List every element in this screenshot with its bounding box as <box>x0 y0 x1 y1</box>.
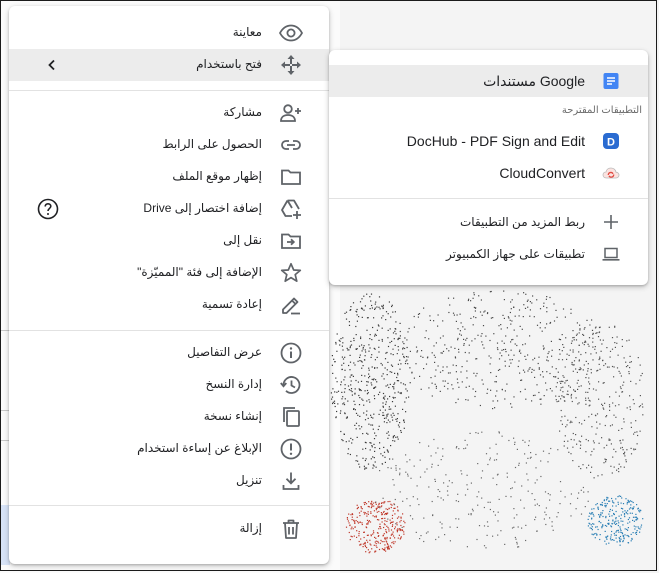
menu-item-label: نقل إلى <box>223 233 262 247</box>
menu-item-get-link[interactable]: الحصول على الرابط <box>9 129 329 161</box>
menu-item-label: الإضافة إلى فئة "المميّزة" <box>137 265 262 279</box>
submenu-item-computer-apps[interactable]: تطبيقات على جهاز الكمبيوتر <box>329 238 648 270</box>
menu-item-label: إنشاء نسخة <box>203 409 262 423</box>
menu-item-label: مشاركة <box>223 105 262 119</box>
suggested-apps-heading: التطبيقات المقترحة <box>561 105 642 116</box>
menu-item-label: إظهار موقع الملف <box>172 169 262 183</box>
menu-divider <box>9 90 329 91</box>
background-image <box>330 290 644 554</box>
google-docs-icon <box>602 72 620 90</box>
report-icon <box>279 437 303 461</box>
menu-item-open-with[interactable]: فتح باستخدام <box>9 49 329 81</box>
folder-icon <box>279 165 303 189</box>
menu-item-add-shortcut[interactable]: إضافة اختصار إلى Drive <box>9 193 329 225</box>
move-icon <box>279 53 303 77</box>
menu-item-share[interactable]: مشاركة <box>9 97 329 129</box>
menu-item-label: معاينة <box>232 25 262 39</box>
copy-icon <box>279 405 303 429</box>
submenu-item-label: تطبيقات على جهاز الكمبيوتر <box>446 247 585 261</box>
star-icon <box>279 261 303 285</box>
submenu-item-cloudconvert[interactable]: CloudConvert <box>329 157 648 189</box>
menu-item-label: الإبلاغ عن إساءة استخدام <box>137 441 262 455</box>
menu-item-add-starred[interactable]: الإضافة إلى فئة "المميّزة" <box>9 257 329 289</box>
laptop-icon <box>602 245 620 263</box>
menu-item-preview[interactable]: معاينة <box>9 17 329 49</box>
menu-item-report-abuse[interactable]: الإبلاغ عن إساءة استخدام <box>9 433 329 465</box>
history-icon <box>279 373 303 397</box>
plus-icon <box>602 213 620 231</box>
menu-item-label: فتح باستخدام <box>196 57 262 71</box>
menu-divider <box>9 330 329 331</box>
info-icon <box>279 341 303 365</box>
menu-item-manage-versions[interactable]: إدارة النسخ <box>9 369 329 401</box>
open-with-submenu: مستندات Google التطبيقات المقترحة D DocH… <box>329 50 648 285</box>
menu-item-label: إعادة تسمية <box>201 297 262 311</box>
trash-icon <box>279 517 303 541</box>
drive-shortcut-icon <box>279 197 303 221</box>
submenu-item-label: DocHub - PDF Sign and Edit <box>406 133 585 149</box>
menu-item-label: تنزيل <box>235 473 262 487</box>
submenu-item-dochub[interactable]: D DocHub - PDF Sign and Edit <box>329 125 648 157</box>
menu-item-remove[interactable]: إزالة <box>9 513 329 545</box>
cloudconvert-icon <box>602 164 620 182</box>
menu-item-make-copy[interactable]: إنشاء نسخة <box>9 401 329 433</box>
svg-text:D: D <box>607 136 615 148</box>
link-icon <box>279 133 303 157</box>
submenu-item-connect-more-apps[interactable]: ربط المزيد من التطبيقات <box>329 206 648 238</box>
chevron-left-icon <box>45 58 59 72</box>
move-to-folder-icon <box>279 229 303 253</box>
submenu-item-label: CloudConvert <box>499 165 585 181</box>
person-add-icon <box>279 101 303 125</box>
menu-item-label: الحصول على الرابط <box>162 137 262 151</box>
submenu-item-label: مستندات Google <box>483 73 585 89</box>
context-menu: معاينة فتح باستخدام مشاركة الحصول على ال… <box>9 6 329 564</box>
menu-item-move-to[interactable]: نقل إلى <box>9 225 329 257</box>
menu-item-rename[interactable]: إعادة تسمية <box>9 289 329 321</box>
download-icon <box>279 469 303 493</box>
menu-item-label: إدارة النسخ <box>205 377 263 391</box>
submenu-divider <box>329 198 648 199</box>
submenu-item-google-docs[interactable]: مستندات Google <box>329 65 648 97</box>
menu-item-view-details[interactable]: عرض التفاصيل <box>9 337 329 369</box>
submenu-item-label: ربط المزيد من التطبيقات <box>460 215 585 229</box>
eye-icon <box>279 21 303 45</box>
menu-divider <box>9 505 329 506</box>
menu-item-show-location[interactable]: إظهار موقع الملف <box>9 161 329 193</box>
menu-item-download[interactable]: تنزيل <box>9 465 329 497</box>
menu-item-label: عرض التفاصيل <box>187 345 262 359</box>
dochub-icon: D <box>602 132 620 150</box>
menu-item-label: إضافة اختصار إلى Drive <box>143 201 262 215</box>
pencil-icon <box>279 293 303 317</box>
help-icon[interactable] <box>36 197 60 221</box>
menu-item-label: إزالة <box>239 521 262 535</box>
